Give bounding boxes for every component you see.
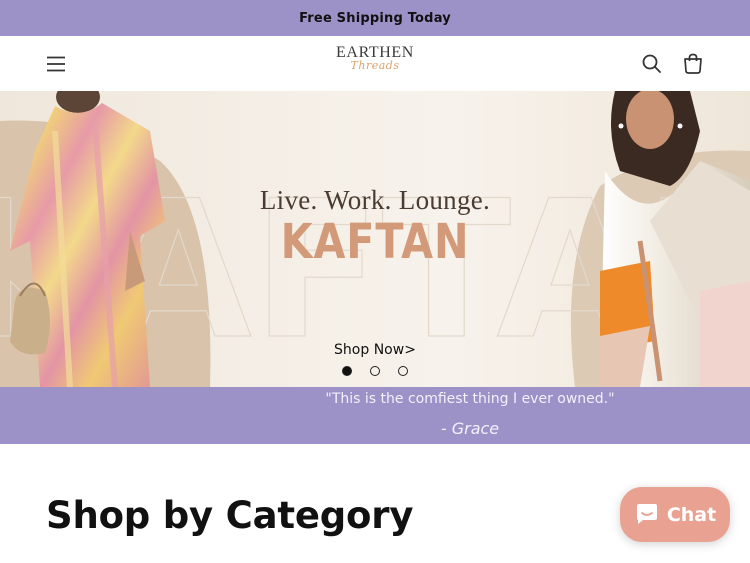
testimonial-quote: "This is the comfiest thing I ever owned…	[325, 391, 615, 407]
shop-now-link[interactable]: Shop Now>	[320, 342, 430, 358]
hero-title: KAFTAN	[280, 214, 470, 270]
cart-button[interactable]	[679, 50, 707, 78]
chat-button[interactable]: Chat	[620, 487, 730, 542]
announcement-bar: Free Shipping Today	[0, 0, 750, 36]
search-button[interactable]	[638, 50, 666, 78]
slide-dot-2[interactable]	[370, 366, 380, 376]
search-icon	[642, 54, 661, 73]
slider-dots	[340, 366, 412, 378]
site-header: EARTHEN Threads	[0, 36, 750, 91]
section-heading: Shop by Category	[46, 494, 414, 537]
chat-bubble-icon	[636, 503, 657, 524]
slide-dot-1[interactable]	[342, 366, 352, 376]
hero-tagline: Live. Work. Lounge.	[259, 185, 491, 215]
site-logo[interactable]: EARTHEN Threads	[320, 44, 430, 84]
menu-button[interactable]	[42, 50, 70, 78]
cart-icon	[684, 53, 702, 74]
slide-dot-3[interactable]	[398, 366, 408, 376]
chat-label: Chat	[666, 503, 717, 526]
testimonial-author: - Grace	[440, 419, 500, 438]
announcement-text: Free Shipping Today	[299, 10, 451, 26]
hamburger-icon	[47, 56, 65, 72]
